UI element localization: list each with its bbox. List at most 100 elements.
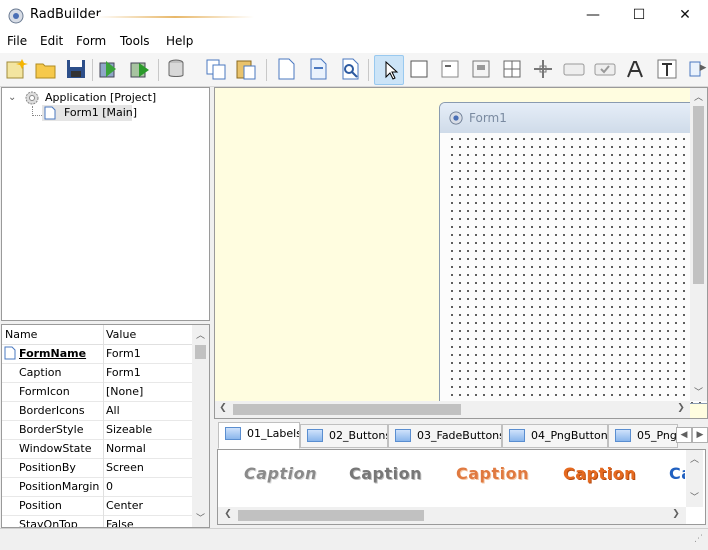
grid-tool-icon[interactable] — [500, 57, 524, 81]
property-row[interactable]: FormName Form1 — [2, 344, 192, 364]
image-tool-icon[interactable] — [469, 57, 493, 81]
close-button[interactable]: ✕ — [662, 0, 708, 31]
tab-03-fadebuttons[interactable]: 03_FadeButtons — [388, 424, 502, 448]
more-tools-icon[interactable] — [684, 57, 701, 81]
tab-04-pngbuttons[interactable]: 04_PngButtons — [502, 424, 608, 448]
property-row[interactable]: PositionMargin 0 — [2, 477, 192, 497]
preview-icon[interactable] — [338, 57, 362, 81]
caption-sample-silver[interactable]: Caption — [244, 464, 317, 483]
scroll-up-icon[interactable]: ︿ — [192, 328, 209, 341]
scroll-thumb[interactable] — [233, 404, 461, 415]
property-value[interactable]: Screen — [106, 461, 192, 474]
property-scrollbar[interactable]: ︿ ﹀ — [192, 325, 209, 527]
menu-help[interactable]: Help — [166, 34, 193, 48]
form-designer[interactable]: Form1 ︿ ﹀ ❮ ❯ — [214, 87, 708, 419]
copy-icon[interactable] — [204, 57, 228, 81]
property-value[interactable]: Sizeable — [106, 423, 192, 436]
property-row[interactable]: BorderStyle Sizeable — [2, 420, 192, 440]
caption-sample-gray[interactable]: Caption — [349, 464, 422, 483]
toolbar-overflow-icon[interactable]: ▶ — [698, 63, 708, 73]
property-divider — [103, 420, 104, 439]
property-divider — [103, 458, 104, 477]
property-value[interactable]: Center — [106, 499, 192, 512]
run-icon[interactable] — [128, 57, 152, 81]
scroll-down-icon[interactable]: ﹀ — [690, 385, 707, 398]
new-form-icon[interactable] — [274, 57, 298, 81]
tab-scroll-right-icon[interactable]: ▶ — [692, 427, 708, 443]
expand-chevron-icon[interactable]: ⌄ — [8, 92, 16, 103]
button-tool-icon[interactable] — [562, 57, 586, 81]
build-icon[interactable] — [96, 57, 120, 81]
scroll-left-icon[interactable]: ❮ — [217, 403, 229, 413]
property-divider — [103, 382, 104, 401]
tab-label: 05_PngB — [637, 429, 677, 442]
move-tool-icon[interactable] — [531, 57, 555, 81]
scroll-thumb[interactable] — [238, 510, 424, 521]
form1-dot-grid[interactable] — [446, 133, 707, 403]
designer-vscrollbar[interactable]: ︿ ﹀ — [690, 88, 707, 401]
property-row[interactable]: FormIcon [None] — [2, 382, 192, 402]
database-icon[interactable] — [164, 57, 188, 81]
scroll-left-icon[interactable]: ❮ — [222, 509, 234, 519]
property-value[interactable]: All — [106, 404, 192, 417]
property-value[interactable]: False — [106, 518, 192, 527]
minimize-button[interactable]: — — [570, 0, 616, 31]
scroll-down-icon[interactable]: ﹀ — [192, 511, 209, 524]
property-value[interactable]: Form1 — [106, 347, 192, 360]
text-style-tool-icon[interactable] — [624, 57, 648, 81]
property-row[interactable]: PositionBy Screen — [2, 458, 192, 478]
scroll-thumb[interactable] — [693, 106, 704, 284]
checkbox-tool-icon[interactable] — [593, 57, 617, 81]
tree-item-form1[interactable]: Form1 [Main] — [42, 105, 137, 121]
property-value[interactable]: 0 — [106, 480, 192, 493]
caption-sample-orange[interactable]: Caption — [563, 464, 636, 483]
label-tool-icon[interactable] — [438, 57, 462, 81]
designer-hscrollbar[interactable]: ❮ ❯ — [215, 401, 690, 418]
property-value[interactable]: Normal — [106, 442, 192, 455]
toolbar-separator — [158, 59, 159, 81]
tab-01-labels[interactable]: 01_Labels — [218, 422, 300, 449]
new-project-icon[interactable] — [4, 57, 28, 81]
tab-scroll-left-icon[interactable]: ◀ — [676, 427, 692, 443]
property-value[interactable]: [None] — [106, 385, 192, 398]
tab-02-buttons[interactable]: 02_Buttons — [300, 424, 388, 448]
property-row[interactable]: Caption Form1 — [2, 363, 192, 383]
open-folder-icon[interactable] — [34, 57, 58, 81]
property-row[interactable]: WindowState Normal — [2, 439, 192, 459]
menu-edit[interactable]: Edit — [40, 34, 63, 48]
scroll-up-icon[interactable]: ︿ — [690, 90, 707, 103]
pointer-icon[interactable] — [374, 55, 404, 85]
scroll-right-icon[interactable]: ❯ — [675, 403, 687, 413]
property-header: Name Value — [2, 325, 192, 345]
property-value[interactable]: Form1 — [106, 366, 192, 379]
property-name: FormIcon — [19, 385, 70, 398]
menu-form[interactable]: Form — [76, 34, 106, 48]
property-row[interactable]: Position Center — [2, 496, 192, 516]
caption-sample-orange-outline[interactable]: Caption — [456, 464, 529, 483]
scroll-thumb[interactable] — [195, 345, 206, 359]
palette-vscrollbar[interactable]: ︿ ﹀ — [686, 450, 703, 507]
palette-hscrollbar[interactable]: ❮ ❯ — [218, 507, 686, 524]
panel-tool-icon[interactable] — [407, 57, 431, 81]
property-row[interactable]: StayOnTop False — [2, 515, 192, 527]
tab-icon — [225, 426, 241, 440]
menu-file[interactable]: File — [7, 34, 27, 48]
form1-window[interactable]: Form1 — [439, 102, 707, 404]
resize-grip-icon[interactable]: ⋰ — [694, 534, 703, 544]
caption-sample-blue[interactable]: Ca — [669, 464, 685, 483]
title-bar[interactable]: RadBuilder — ☐ ✕ — [0, 0, 708, 32]
tab-05-pngbuttons[interactable]: 05_PngB — [608, 424, 678, 448]
text-tool-icon[interactable] — [655, 57, 679, 81]
paste-icon[interactable] — [234, 57, 258, 81]
menu-tools[interactable]: Tools — [120, 34, 150, 48]
property-name: PositionBy — [19, 461, 76, 474]
scroll-up-icon[interactable]: ︿ — [686, 452, 703, 465]
save-icon[interactable] — [64, 57, 88, 81]
tree-item-application[interactable]: Application [Project] — [45, 91, 156, 104]
form1-titlebar[interactable]: Form1 — [440, 103, 707, 133]
scroll-right-icon[interactable]: ❯ — [670, 509, 682, 519]
property-row[interactable]: BorderIcons All — [2, 401, 192, 421]
form-properties-icon[interactable] — [306, 57, 330, 81]
scroll-down-icon[interactable]: ﹀ — [686, 490, 703, 503]
maximize-button[interactable]: ☐ — [616, 0, 662, 31]
